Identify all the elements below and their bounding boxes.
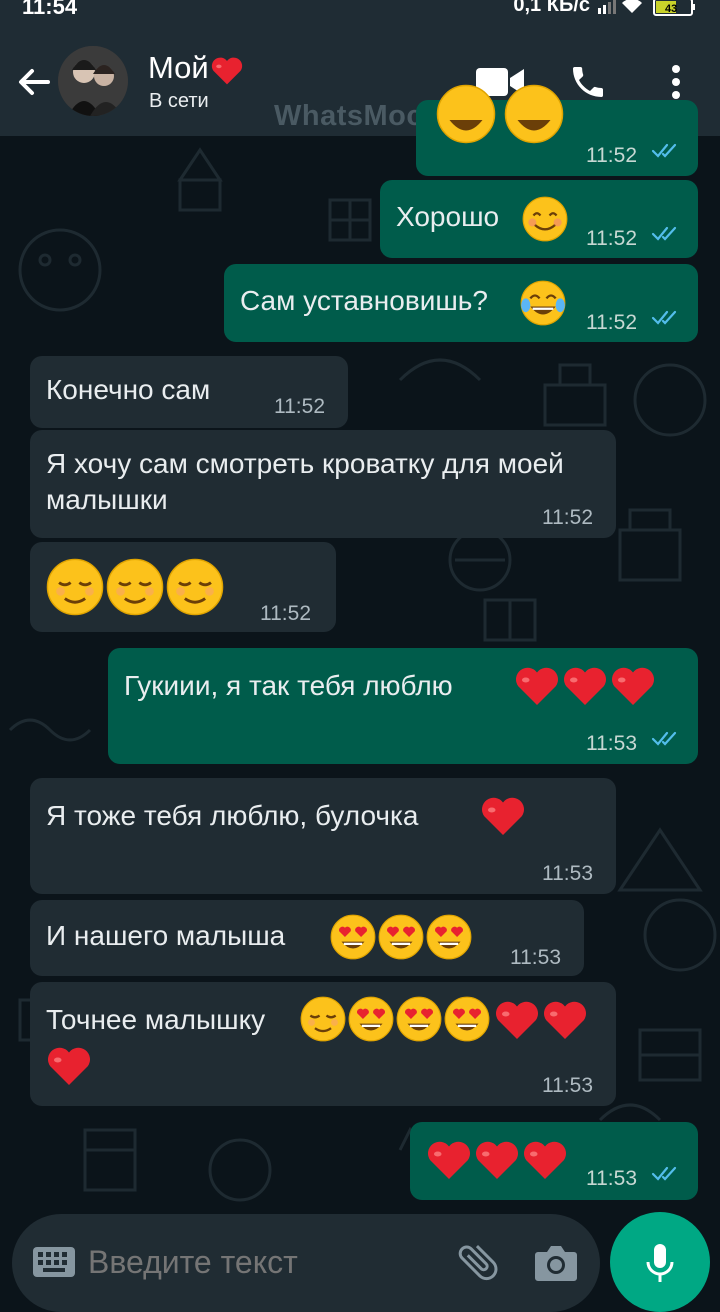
heart-emoji-icon <box>515 667 558 705</box>
relieved-emoji-icon <box>300 996 346 1042</box>
signal-wifi-battery-icon: 43 <box>598 0 695 16</box>
smile-emoji-icon <box>522 196 568 242</box>
read-ticks-icon <box>651 143 677 158</box>
network-speed: 0,1 КБ/с <box>513 0 590 16</box>
heart-eyes-emoji-icon <box>426 914 472 960</box>
message-bubble-outgoing[interactable]: 11:53 <box>410 1122 698 1200</box>
message-time: 11:53 <box>542 862 593 885</box>
heart-emoji-icon <box>611 667 654 705</box>
read-ticks-icon <box>651 226 677 241</box>
message-bubble-outgoing[interactable]: Гукиии, я так тебя люблю 11:53 <box>108 648 698 764</box>
message-bubble-outgoing[interactable]: Сам уставновишь? 11:52 <box>224 264 698 342</box>
message-bubble-incoming[interactable]: 11:52 <box>30 542 336 632</box>
heart-emoji-icon <box>211 57 242 85</box>
message-text: Я тоже тебя люблю, булочка <box>46 800 419 831</box>
message-text: Гукиии, я так тебя люблю <box>124 670 453 701</box>
message-time: 11:52 <box>586 311 637 334</box>
avatar[interactable] <box>58 46 128 116</box>
contact-status: В сети <box>149 90 209 112</box>
grin-emoji-icon <box>504 84 564 144</box>
message-time: 11:52 <box>586 227 637 250</box>
message-bubble-outgoing[interactable]: Хорошо 11:52 <box>380 180 698 258</box>
heart-emoji-icon <box>563 667 606 705</box>
message-text: Точнее малышку <box>46 1004 266 1035</box>
read-ticks-icon <box>651 310 677 325</box>
relieved-emoji-icon <box>106 558 164 616</box>
message-text: Конечно сам <box>46 374 211 405</box>
message-bubble-incoming[interactable]: Я хочу сам смотреть кроватку для моей ма… <box>30 430 616 538</box>
message-time: 11:53 <box>586 1167 637 1190</box>
message-text: Хорошо <box>396 201 500 232</box>
heart-emoji-icon <box>427 1141 470 1179</box>
message-text: Я хочу сам смотреть кроватку для моей ма… <box>46 448 564 515</box>
heart-emoji-icon <box>495 1001 538 1039</box>
relieved-emoji-icon <box>166 558 224 616</box>
message-bubble-incoming[interactable]: Точнее малышку 11:53 <box>30 982 616 1106</box>
status-icons: 43 <box>598 0 708 24</box>
heart-eyes-emoji-icon <box>330 914 376 960</box>
heart-emoji-icon <box>481 797 524 835</box>
phone-icon[interactable] <box>568 62 608 102</box>
keyboard-icon[interactable] <box>32 1246 76 1278</box>
message-text: И нашего малыша <box>46 920 286 951</box>
heart-emoji-icon <box>47 1047 90 1085</box>
attach-icon[interactable] <box>454 1238 502 1286</box>
read-ticks-icon <box>651 731 677 746</box>
contact-name-text: Мой <box>148 50 209 85</box>
read-ticks-icon <box>651 1166 677 1181</box>
message-bubble-incoming[interactable]: И нашего малыша 11:53 <box>30 900 584 976</box>
message-time: 11:52 <box>542 506 593 529</box>
status-bar: 11:54 0,1 КБ/с 43 <box>0 0 720 22</box>
message-time: 11:52 <box>260 602 311 625</box>
more-vert-icon[interactable] <box>668 64 684 100</box>
mic-button[interactable] <box>610 1212 710 1312</box>
battery-level: 43 <box>665 3 677 15</box>
message-text: Сам уставновишь? <box>240 285 488 316</box>
heart-eyes-emoji-icon <box>378 914 424 960</box>
heart-eyes-emoji-icon <box>396 996 442 1042</box>
watermark: WhatsMock <box>274 100 440 132</box>
grin-emoji-icon <box>436 84 496 144</box>
message-time: 11:52 <box>274 395 325 418</box>
back-arrow-icon[interactable] <box>14 62 54 102</box>
relieved-emoji-icon <box>46 558 104 616</box>
mic-icon <box>646 1244 674 1282</box>
message-input[interactable] <box>88 1244 428 1281</box>
message-bubble-incoming[interactable]: Конечно сам 11:52 <box>30 356 348 428</box>
message-time: 11:52 <box>586 144 637 167</box>
message-time: 11:53 <box>510 946 561 969</box>
heart-emoji-icon <box>475 1141 518 1179</box>
avatar-photo <box>58 46 128 116</box>
message-time: 11:53 <box>586 732 637 755</box>
heart-emoji-icon <box>543 1001 586 1039</box>
camera-icon[interactable] <box>534 1244 578 1282</box>
message-bubble-incoming[interactable]: Я тоже тебя люблю, булочка 11:53 <box>30 778 616 894</box>
heart-eyes-emoji-icon <box>444 996 490 1042</box>
contact-name[interactable]: Мой <box>148 50 245 88</box>
joy-emoji-icon <box>520 280 566 326</box>
heart-eyes-emoji-icon <box>348 996 394 1042</box>
status-time: 11:54 <box>22 0 78 19</box>
message-bubble-outgoing[interactable]: 11:52 <box>416 100 698 176</box>
message-time: 11:53 <box>542 1074 593 1097</box>
heart-emoji-icon <box>523 1141 566 1179</box>
